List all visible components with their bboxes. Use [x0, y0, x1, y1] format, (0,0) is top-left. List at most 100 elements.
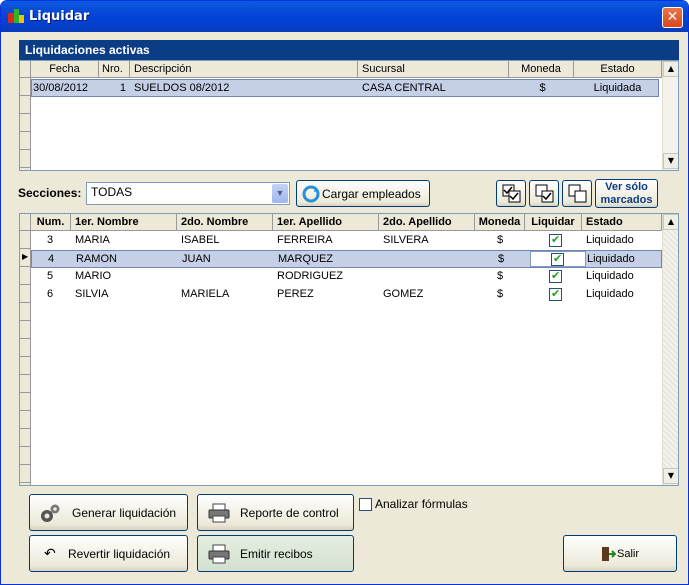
cell-nombre2: JUAN — [182, 253, 211, 265]
col-apellido2[interactable]: 2do. Apellido — [379, 214, 475, 231]
salir-label: Salir — [617, 548, 640, 560]
close-button[interactable]: ✕ — [662, 7, 683, 28]
empleados-grid[interactable]: Num. 1er. Nombre 2do. Nombre 1er. Apelli… — [19, 213, 679, 486]
reporte-label: Reporte de control — [240, 506, 339, 520]
liquidar-cell-editor[interactable] — [530, 251, 586, 267]
table-row[interactable]: 6 SILVIA MARIELA PEREZ GOMEZ $ Liquidado — [31, 286, 662, 304]
col-estado[interactable]: Estado — [582, 214, 662, 231]
liquidar-checkbox[interactable] — [551, 252, 564, 266]
cell-estado: Liquidada — [593, 82, 642, 94]
cell-apellido2 — [383, 268, 473, 286]
desmarcar-todos-button[interactable] — [562, 180, 592, 207]
secciones-select[interactable]: TODAS ▼ — [86, 182, 290, 205]
table-row[interactable]: 4 RAMON JUAN MARQUEZ $ Liquidado — [31, 250, 662, 268]
table-row[interactable]: 5 MARIO RODRIGUEZ $ Liquidado — [31, 268, 662, 286]
client-area: Liquidaciones activas Fecha Nro. Descrip… — [5, 32, 684, 582]
window-title: Liquidar — [29, 9, 90, 24]
revertir-label: Revertir liquidación — [68, 547, 171, 561]
secciones-value: TODAS — [91, 185, 133, 199]
cell-nombre1: MARIA — [75, 234, 110, 246]
invertir-marcas-button[interactable] — [529, 180, 559, 207]
cell-moneda: $ — [496, 288, 504, 300]
col-nro[interactable]: Nro. — [99, 61, 130, 78]
emitir-recibos-button[interactable]: Emitir recibos — [197, 535, 354, 572]
cell-sucursal: CASA CENTRAL — [362, 82, 446, 94]
liquidar-checkbox[interactable] — [549, 287, 562, 301]
salir-button[interactable]: Salir — [563, 535, 677, 572]
liquidaciones-header: Liquidaciones activas — [19, 40, 679, 60]
scroll-up-icon[interactable]: ▲ — [663, 61, 678, 77]
current-row-icon: ▶ — [22, 252, 29, 261]
cell-nombre2: ISABEL — [181, 234, 220, 246]
cell-nombre1: MARIO — [75, 270, 112, 282]
cell-nombre1: RAMON — [76, 253, 117, 265]
cell-num: 3 — [46, 234, 54, 246]
cell-estado: Liquidado — [586, 234, 634, 246]
scroll-down-icon[interactable]: ▼ — [663, 153, 678, 169]
cell-apellido2: GOMEZ — [383, 288, 424, 300]
liquidar-window: Liquidar ✕ Liquidaciones activas Fecha N… — [0, 0, 689, 585]
exit-door-icon — [602, 547, 616, 561]
col-liquidar[interactable]: Liquidar — [525, 214, 582, 231]
liquidaciones-header-row: Fecha Nro. Descripción Sucursal Moneda E… — [20, 61, 662, 78]
cargar-empleados-button[interactable]: Cargar empleados — [296, 180, 430, 207]
cell-apellido1: RODRIGUEZ — [277, 270, 343, 282]
col-moneda[interactable]: Moneda — [509, 61, 574, 78]
liquidaciones-scrollbar[interactable]: ▲ ▼ — [662, 61, 678, 170]
marcar-todos-button[interactable] — [496, 180, 526, 207]
generar-label: Generar liquidación — [72, 506, 177, 520]
col-apellido1[interactable]: 1er. Apellido — [273, 214, 379, 231]
table-row[interactable]: 30/08/2012 1 SUELDOS 08/2012 CASA CENTRA… — [31, 79, 659, 97]
cell-apellido1: FERREIRA — [277, 234, 333, 246]
cell-num: 5 — [46, 270, 54, 282]
col-nombre1[interactable]: 1er. Nombre — [71, 214, 177, 231]
scroll-up-icon[interactable]: ▲ — [663, 214, 678, 230]
analizar-formulas-label[interactable]: Analizar fórmulas — [375, 497, 468, 511]
liquidar-checkbox[interactable] — [549, 269, 562, 283]
empleados-header-row: Num. 1er. Nombre 2do. Nombre 1er. Apelli… — [20, 214, 662, 231]
cell-nombre2 — [181, 268, 271, 286]
revertir-liquidacion-button[interactable]: ↶ Revertir liquidación — [29, 535, 188, 572]
generar-liquidacion-button[interactable]: Generar liquidación — [29, 494, 188, 531]
row-indicator-column: ▶ — [20, 231, 31, 485]
cell-moneda: $ — [497, 253, 505, 265]
scroll-down-icon[interactable]: ▼ — [663, 468, 678, 484]
liquidaciones-grid[interactable]: Fecha Nro. Descripción Sucursal Moneda E… — [19, 60, 679, 171]
ver-solo-line1: Ver sólo — [605, 181, 648, 193]
col-nombre2[interactable]: 2do. Nombre — [177, 214, 273, 231]
title-bar: Liquidar ✕ — [1, 1, 688, 32]
undo-icon: ↶ — [44, 545, 56, 561]
cargar-empleados-label: Cargar empleados — [322, 187, 421, 201]
cell-apellido1: PEREZ — [277, 288, 314, 300]
col-sucursal[interactable]: Sucursal — [358, 61, 509, 78]
cell-descripcion: SUELDOS 08/2012 — [134, 82, 230, 94]
cell-estado: Liquidado — [586, 288, 634, 300]
col-num[interactable]: Num. — [31, 214, 71, 231]
check-all-icon — [502, 184, 521, 203]
cell-apellido2 — [384, 251, 474, 269]
emitir-label: Emitir recibos — [240, 547, 313, 561]
col-descripcion[interactable]: Descripción — [130, 61, 358, 78]
analizar-formulas-checkbox[interactable] — [359, 498, 372, 511]
cell-nombre1: SILVIA — [75, 288, 109, 300]
cell-estado: Liquidado — [586, 270, 634, 282]
col-fecha[interactable]: Fecha — [31, 61, 99, 78]
reporte-control-button[interactable]: Reporte de control — [197, 494, 354, 531]
col-estado[interactable]: Estado — [574, 61, 662, 78]
col-moneda[interactable]: Moneda — [475, 214, 525, 231]
ver-solo-marcados-button[interactable]: Ver sólo marcados — [595, 179, 658, 208]
cell-fecha: 30/08/2012 — [33, 82, 89, 94]
check-invert-icon — [535, 184, 554, 203]
liquidar-checkbox[interactable] — [549, 233, 562, 247]
gears-icon — [41, 504, 60, 522]
secciones-label: Secciones: — [18, 186, 82, 200]
table-row[interactable]: 3 MARIA ISABEL FERREIRA SILVERA $ Liquid… — [31, 232, 662, 250]
refresh-icon — [302, 185, 320, 203]
cell-num: 4 — [47, 253, 55, 265]
cell-num: 6 — [46, 288, 54, 300]
chevron-down-icon[interactable]: ▼ — [272, 184, 288, 203]
cell-nro: 1 — [119, 82, 126, 94]
app-icon — [8, 9, 24, 23]
empleados-scrollbar[interactable]: ▲ ▼ — [662, 214, 678, 485]
cell-nombre2: MARIELA — [181, 288, 230, 300]
